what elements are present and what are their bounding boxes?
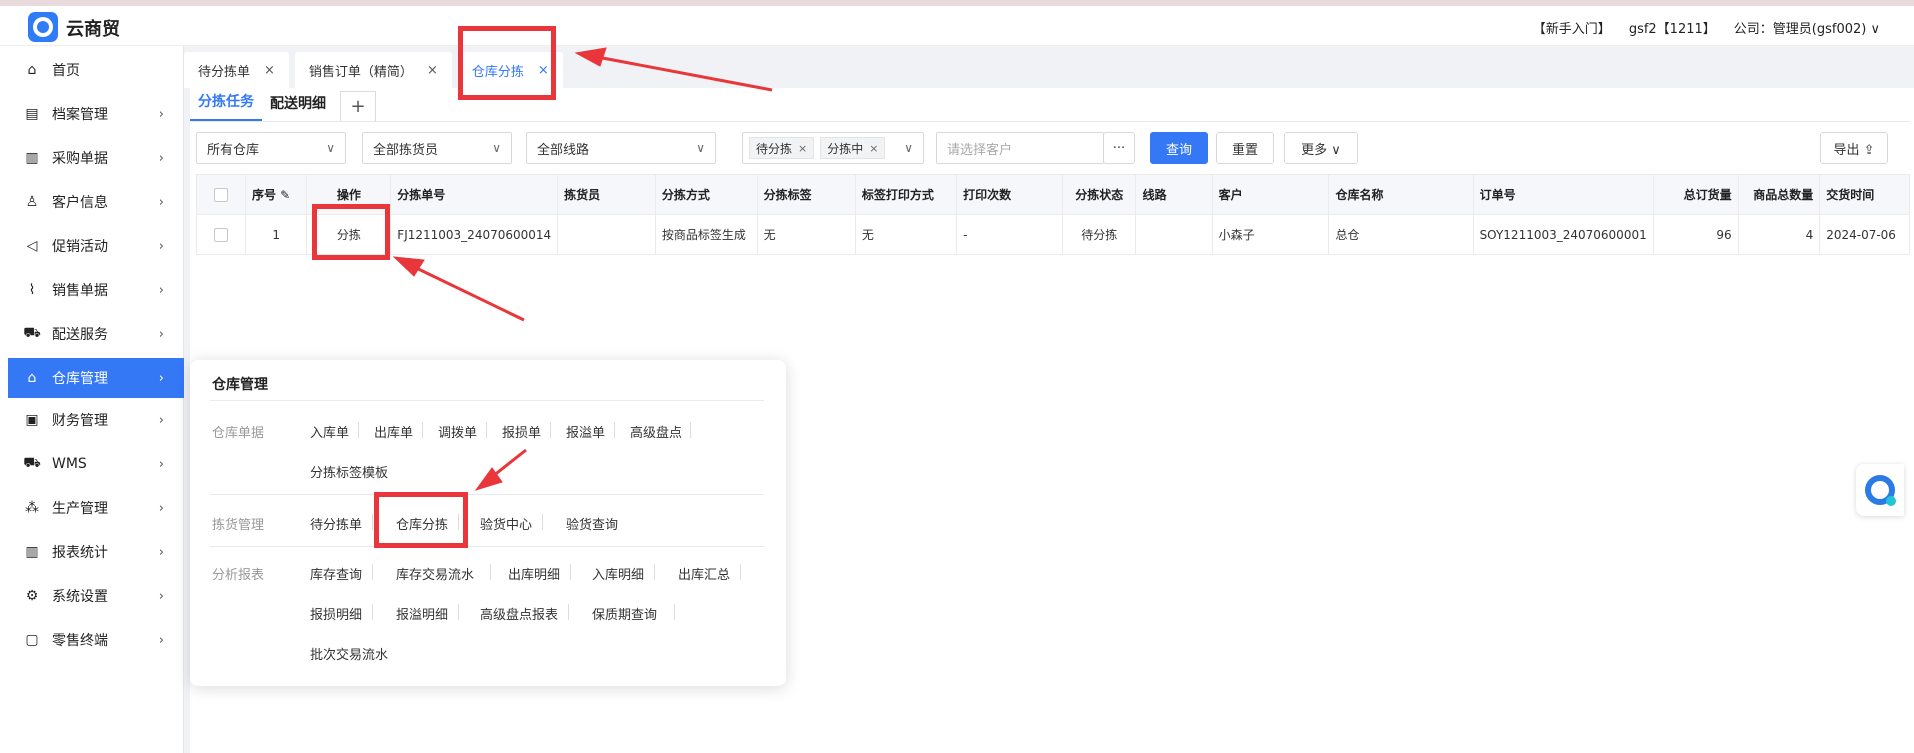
annotation-arrowhead xyxy=(574,47,607,67)
annotation-arrow xyxy=(407,262,525,322)
annotation-arrow xyxy=(591,54,773,92)
annotation-arrowhead xyxy=(392,256,425,277)
annotation-arrows xyxy=(392,47,773,491)
